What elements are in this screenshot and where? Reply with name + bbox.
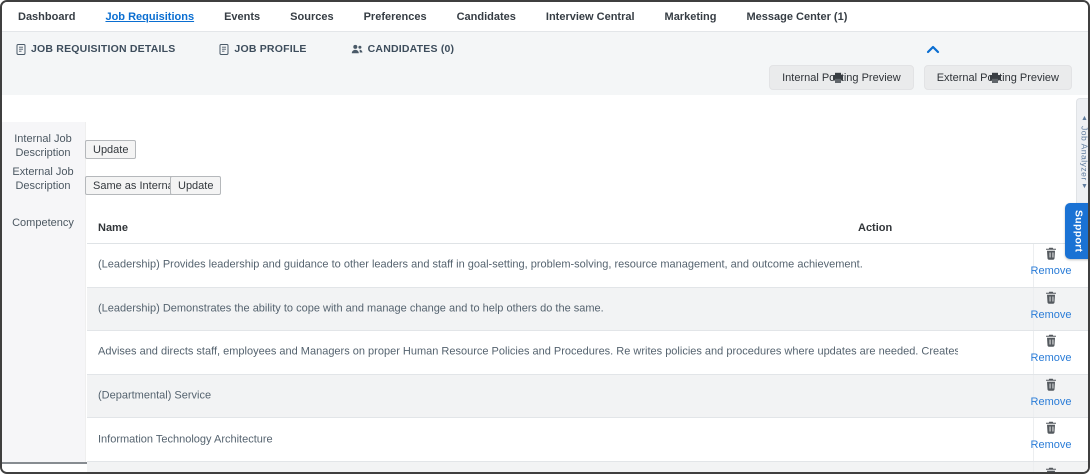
chevron-left-icon: ▲ xyxy=(1081,114,1088,122)
tab-label: JOB PROFILE xyxy=(234,43,307,55)
chevron-right-icon: ▼ xyxy=(1081,183,1088,191)
external-description-update-button[interactable]: Update xyxy=(170,176,222,195)
nav-item-preferences[interactable]: Preferences xyxy=(364,11,427,23)
row-actions: Remove xyxy=(1020,291,1082,321)
remove-link[interactable]: Remove xyxy=(1020,352,1082,364)
competency-name: Advises and directs staff, employees and… xyxy=(98,345,958,358)
nav-item-dashboard[interactable]: Dashboard xyxy=(18,11,75,23)
table-row: (Leadership) Provides leadership and gui… xyxy=(87,244,1088,288)
competency-name: (Departmental) Service xyxy=(98,389,212,402)
tab-label: JOB REQUISITION DETAILS xyxy=(31,43,176,55)
competency-name: (Leadership) Provides leadership and gui… xyxy=(98,258,863,271)
row-actions: Remove xyxy=(1020,378,1082,408)
table-header-row: Name Action xyxy=(87,214,1088,244)
table-row: (Leadership) Demonstrates the ability to… xyxy=(87,287,1088,332)
internal-posting-preview-button[interactable]: Internal Posting Preview xyxy=(769,65,914,90)
requisition-subheader: JOB REQUISITION DETAILS JOB PROFILE CAND… xyxy=(2,32,1088,95)
competency-table: Name Action (Leadership) Provides leader… xyxy=(87,214,1088,472)
support-tab[interactable]: Support xyxy=(1065,203,1088,259)
internal-description-update-button[interactable]: Update xyxy=(85,140,137,159)
competency-label: Competency xyxy=(12,217,74,229)
trash-icon[interactable] xyxy=(1045,467,1057,472)
trash-icon[interactable] xyxy=(1045,421,1057,435)
nav-item-interview-central[interactable]: Interview Central xyxy=(546,11,635,23)
column-header-name: Name xyxy=(98,222,128,234)
trash-icon[interactable] xyxy=(1045,378,1057,391)
support-label: Support xyxy=(1072,209,1085,253)
nav-item-sources[interactable]: Sources xyxy=(290,11,333,23)
column-header-action: Action xyxy=(858,222,893,234)
table-row: (Departmental) Service Remove xyxy=(87,374,1088,419)
people-icon xyxy=(351,44,363,54)
trash-icon[interactable] xyxy=(1045,334,1057,347)
chevron-up-icon[interactable] xyxy=(924,42,942,56)
trash-icon[interactable] xyxy=(1045,291,1057,304)
remove-link[interactable]: Remove xyxy=(1020,396,1082,408)
remove-link[interactable]: Remove xyxy=(1020,265,1082,277)
document-icon xyxy=(16,43,26,55)
top-navigation: Dashboard Job Requisitions Events Source… xyxy=(2,2,1088,32)
remove-link[interactable]: Remove xyxy=(1020,439,1082,451)
table-row: Information Technology Architecture Remo… xyxy=(87,418,1088,462)
preview-buttons: Internal Posting Preview External Postin… xyxy=(769,65,1072,90)
external-posting-preview-button[interactable]: External Posting Preview xyxy=(923,65,1072,90)
button-label: Internal Posting Preview xyxy=(782,71,901,84)
app-window: Dashboard Job Requisitions Events Source… xyxy=(0,0,1090,474)
nav-item-message-center[interactable]: Message Center (1) xyxy=(747,11,848,23)
nav-item-job-requisitions[interactable]: Job Requisitions xyxy=(105,11,194,23)
document-icon xyxy=(219,43,229,55)
row-actions: Remove xyxy=(1020,334,1082,364)
gutter-bottom-edge xyxy=(2,462,87,464)
table-row-partial xyxy=(87,461,1088,472)
remove-link[interactable]: Remove xyxy=(1020,309,1082,321)
nav-item-candidates[interactable]: Candidates xyxy=(457,11,516,23)
trash-icon[interactable] xyxy=(1045,247,1057,260)
competency-name: Information Technology Architecture xyxy=(98,433,273,446)
external-job-description-label: External Job Description xyxy=(12,166,74,192)
section-tabs: JOB REQUISITION DETAILS JOB PROFILE CAND… xyxy=(16,43,454,55)
nav-item-events[interactable]: Events xyxy=(224,11,260,23)
row-actions: Remove xyxy=(1020,421,1082,451)
tab-job-requisition-details[interactable]: JOB REQUISITION DETAILS xyxy=(16,43,175,55)
tab-job-profile[interactable]: JOB PROFILE xyxy=(219,43,306,55)
row-actions xyxy=(1020,467,1082,472)
competency-name: (Leadership) Demonstrates the ability to… xyxy=(98,302,604,315)
tab-candidates[interactable]: CANDIDATES (0) xyxy=(351,43,455,55)
requisition-content: Internal Job Description Update External… xyxy=(2,95,1088,472)
tab-label: CANDIDATES (0) xyxy=(367,43,455,55)
table-row: Advises and directs staff, employees and… xyxy=(87,331,1088,375)
job-analyzer-label: Job Analyzer xyxy=(1079,125,1090,181)
internal-job-description-label: Internal Job Description xyxy=(14,133,72,159)
button-label: External Posting Preview xyxy=(936,71,1059,84)
job-analyzer-flyout-tab[interactable]: ▲ Job Analyzer ▼ xyxy=(1076,98,1090,208)
nav-item-marketing[interactable]: Marketing xyxy=(665,11,717,23)
